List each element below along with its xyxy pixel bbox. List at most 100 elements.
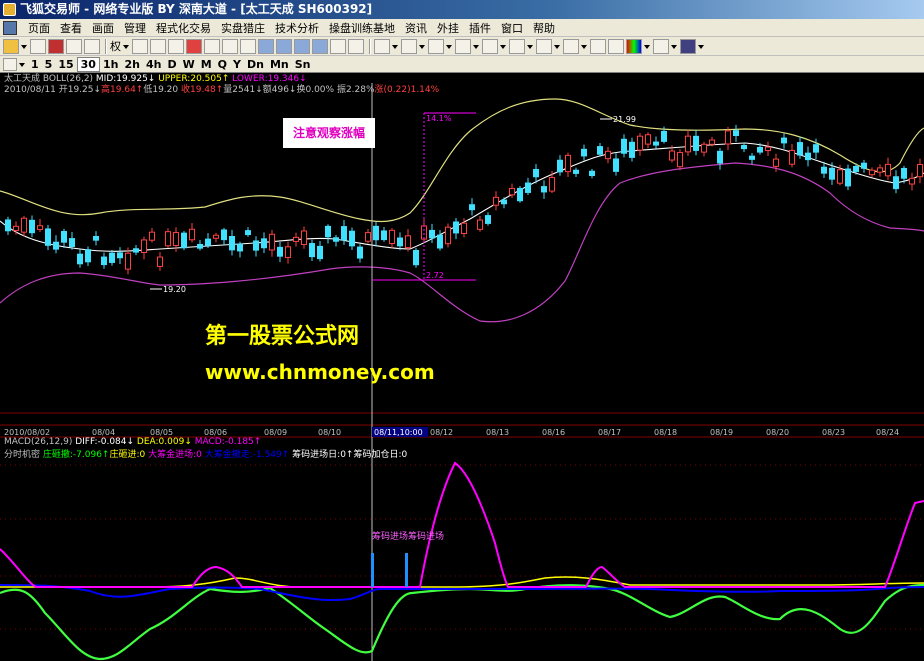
refresh-icon[interactable] xyxy=(84,38,100,54)
annotation-box[interactable]: 注意观察涨幅 xyxy=(283,118,375,148)
time-axis-label: 08/10 xyxy=(318,428,341,437)
candle-body xyxy=(349,230,355,247)
alarm-icon[interactable] xyxy=(186,38,202,54)
chevron-down-icon[interactable] xyxy=(123,39,129,54)
window-icon[interactable] xyxy=(330,38,346,54)
chevron-down-icon[interactable] xyxy=(473,39,479,54)
candle-body xyxy=(725,130,731,145)
chevron-down-icon[interactable] xyxy=(671,39,677,54)
layout-icon[interactable] xyxy=(312,38,328,54)
calculator-icon[interactable] xyxy=(168,38,184,54)
chevron-down-icon[interactable] xyxy=(527,39,533,54)
chevron-down-icon[interactable] xyxy=(644,39,650,54)
gear-icon[interactable] xyxy=(30,38,46,54)
chevron-down-icon[interactable] xyxy=(19,57,25,72)
chart-type-icon[interactable] xyxy=(3,57,17,71)
menu-item-window[interactable]: 窗口 xyxy=(496,20,528,36)
ellipse-tool-icon[interactable] xyxy=(536,38,552,54)
period-4h[interactable]: 4h xyxy=(143,58,165,71)
zhuang-zajin-line xyxy=(0,576,924,588)
color-palette-icon[interactable] xyxy=(626,38,642,54)
chevron-down-icon[interactable] xyxy=(446,39,452,54)
menu-item-live-hunting[interactable]: 实盘猎庄 xyxy=(216,20,270,36)
chart-icon[interactable] xyxy=(48,38,64,54)
price-chart-canvas[interactable]: 14.1% 2.72 21.99 19.20 2010/08/02 08/04 … xyxy=(0,73,924,661)
line-tool-icon[interactable] xyxy=(401,38,417,54)
filter-icon[interactable] xyxy=(240,38,256,54)
eraser-icon[interactable] xyxy=(590,38,606,54)
period-n-seconds[interactable]: Sn xyxy=(292,58,314,71)
candle-body xyxy=(229,236,235,251)
menu-item-news[interactable]: 资讯 xyxy=(400,20,432,36)
layout-icon[interactable] xyxy=(276,38,292,54)
candle-body xyxy=(285,246,291,258)
layout-icon[interactable] xyxy=(258,38,274,54)
ray-tool-icon[interactable] xyxy=(428,38,444,54)
fibonacci-tool-icon[interactable] xyxy=(482,38,498,54)
chevron-down-icon[interactable] xyxy=(21,39,27,54)
channel-tool-icon[interactable] xyxy=(455,38,471,54)
period-1h[interactable]: 1h xyxy=(100,58,122,71)
period-day[interactable]: D xyxy=(164,58,179,71)
chevron-down-icon[interactable] xyxy=(698,39,704,54)
book-icon[interactable] xyxy=(150,38,166,54)
period-n-days[interactable]: Dn xyxy=(244,58,267,71)
menu-item-program-trading[interactable]: 程式化交易 xyxy=(151,20,216,36)
macd-indicator-header: MACD(26,12,9) DIFF:-0.084↓ DEA:0.009↓ MA… xyxy=(4,437,261,447)
menu-item-page[interactable]: 页面 xyxy=(23,20,55,36)
menu-item-external[interactable]: 外挂 xyxy=(432,20,464,36)
cursor-icon[interactable] xyxy=(374,38,390,54)
menu-item-screen[interactable]: 画面 xyxy=(87,20,119,36)
grid-icon[interactable] xyxy=(66,38,82,54)
chevron-down-icon[interactable] xyxy=(392,39,398,54)
window-icon[interactable] xyxy=(348,38,364,54)
candle-body xyxy=(525,182,531,193)
line-width-icon[interactable] xyxy=(653,38,669,54)
watermark-title: 第一股票公式网 xyxy=(205,324,360,349)
chevron-down-icon[interactable] xyxy=(581,39,587,54)
period-30min[interactable]: 30 xyxy=(76,56,100,72)
save-icon[interactable] xyxy=(680,38,696,54)
menu-item-training-base[interactable]: 操盘训练基地 xyxy=(324,20,400,36)
menu-item-view[interactable]: 查看 xyxy=(55,20,87,36)
lock-icon[interactable] xyxy=(608,38,624,54)
period-week[interactable]: W xyxy=(180,58,198,71)
candle-body xyxy=(237,243,243,252)
period-n-minutes[interactable]: Mn xyxy=(267,58,292,71)
candle-body xyxy=(757,146,763,153)
rectangle-tool-icon[interactable] xyxy=(509,38,525,54)
info-low: 低19.20 xyxy=(143,85,179,95)
period-15min[interactable]: 15 xyxy=(55,58,76,71)
document-icon[interactable] xyxy=(3,20,17,35)
chevron-down-icon[interactable] xyxy=(419,39,425,54)
candle-body xyxy=(565,154,571,173)
period-5min[interactable]: 5 xyxy=(42,58,56,71)
chevron-down-icon[interactable] xyxy=(554,39,560,54)
candle-body xyxy=(93,236,99,241)
boll-upper-value: UPPER:20.505↑ xyxy=(155,74,230,84)
menu-item-manage[interactable]: 管理 xyxy=(119,20,151,36)
book-icon[interactable] xyxy=(132,38,148,54)
menu-item-technical-analysis[interactable]: 技术分析 xyxy=(270,20,324,36)
text-tool-icon[interactable] xyxy=(563,38,579,54)
candle-body xyxy=(813,144,819,153)
candle-body xyxy=(125,252,131,270)
menu-item-help[interactable]: 帮助 xyxy=(528,20,560,36)
rights-adjust-button[interactable]: 权 xyxy=(110,38,121,54)
chevron-down-icon[interactable] xyxy=(500,39,506,54)
layout-icon[interactable] xyxy=(294,38,310,54)
candle-body xyxy=(781,137,787,144)
period-year[interactable]: Y xyxy=(230,58,244,71)
bell-icon[interactable] xyxy=(222,38,238,54)
tools-icon[interactable] xyxy=(204,38,220,54)
menu-item-plugins[interactable]: 插件 xyxy=(464,20,496,36)
period-1min[interactable]: 1 xyxy=(28,58,42,71)
open-icon[interactable] xyxy=(3,38,19,54)
period-2h[interactable]: 2h xyxy=(121,58,143,71)
period-quarter[interactable]: Q xyxy=(215,58,230,71)
candle-body xyxy=(773,158,779,167)
period-month[interactable]: M xyxy=(198,58,215,71)
candle-body xyxy=(157,256,163,267)
candle-body xyxy=(797,142,803,156)
chart-area[interactable]: 14.1% 2.72 21.99 19.20 2010/08/02 08/04 … xyxy=(0,73,924,661)
